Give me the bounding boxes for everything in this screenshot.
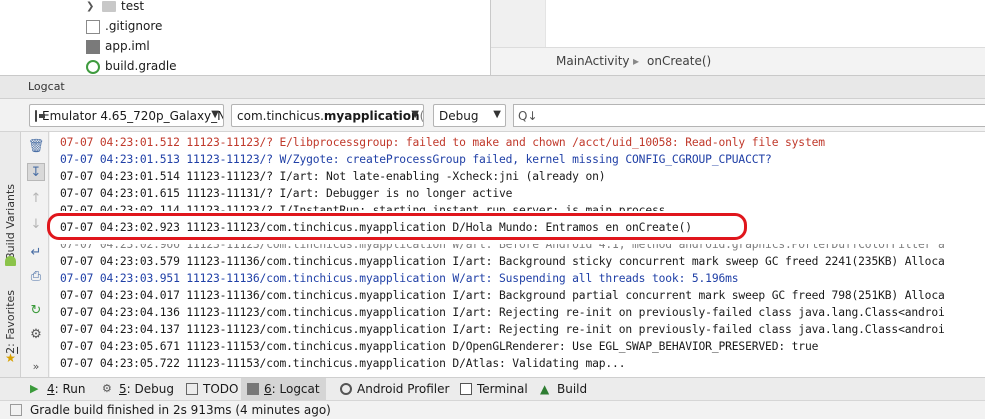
tab-todo[interactable]: TODO — [180, 378, 244, 400]
gradle-file-icon — [86, 59, 100, 74]
tree-item-label: .gitignore — [105, 19, 163, 33]
process-name: myapplication — [323, 108, 420, 123]
log-line[interactable]: 07-07 04:23:04.137 11123-11123/com.tinch… — [60, 321, 945, 338]
tree-item-gitignore[interactable]: .gitignore — [86, 17, 162, 36]
log-line[interactable]: 07-07 04:23:01.514 11123-11123/? I/art: … — [60, 168, 606, 185]
folder-icon — [102, 1, 116, 12]
tool-window-bar: ▶ 4: Run ⚙ 5: Debug TODO 6: Logcat Andro… — [0, 377, 985, 400]
breadcrumb-class[interactable]: MainActivity — [556, 54, 630, 68]
log-line[interactable]: 07-07 04:23:05.722 11123-11153/com.tinch… — [60, 355, 626, 372]
editor-gutter — [491, 0, 546, 47]
tab-profiler-label: Android Profiler — [357, 382, 450, 396]
logcat-icon — [247, 383, 259, 395]
highlight-annotation — [47, 213, 747, 240]
tab-todo-label: TODO — [203, 382, 239, 396]
tab-terminal[interactable]: Terminal — [454, 378, 534, 400]
log-line[interactable]: 07-07 04:23:01.513 11123-11123/? W/Zygot… — [60, 151, 772, 168]
tab-logcat[interactable]: 6: Logcat — [241, 378, 326, 400]
profiler-icon — [340, 383, 352, 395]
more-icon[interactable]: » — [27, 357, 45, 375]
logcat-action-strip: 🗑 ↧ ↑ ↓ ↵ ⎙ ↻ ⚙ » — [22, 132, 49, 377]
module-file-icon — [86, 39, 100, 54]
status-bar: Gradle build finished in 2s 913ms (4 min… — [0, 400, 985, 419]
chevron-right-icon[interactable]: ❯ — [86, 0, 96, 16]
log-line[interactable]: 07-07 04:23:03.579 11123-11136/com.tinch… — [60, 253, 945, 270]
device-select-value: Emulator 4.65_720p_Galaxy_N — [42, 108, 224, 123]
logcat-output[interactable]: 07-07 04:23:01.512 11123-11123/? E/libpr… — [50, 132, 985, 377]
process-select[interactable]: com.tinchicus.myapplication (1 ▼ — [231, 104, 424, 127]
tree-item-label: test — [121, 0, 145, 13]
favorites-tab[interactable]: 2: Favorites — [0, 287, 21, 357]
git-file-icon — [86, 19, 100, 34]
todo-icon — [186, 383, 198, 395]
breadcrumb-separator-icon: ▸ — [633, 54, 640, 68]
tab-build[interactable]: ▲ Build — [534, 378, 593, 400]
log-line[interactable]: 07-07 04:23:05.671 11123-11153/com.tinch… — [60, 338, 818, 355]
down-arrow-icon[interactable]: ↓ — [27, 215, 45, 233]
gear-icon[interactable]: ⚙ — [27, 325, 45, 343]
tab-run-number: 4 — [47, 382, 55, 396]
log-line[interactable]: 07-07 04:23:04.017 11123-11136/com.tinch… — [60, 287, 945, 304]
star-icon: ★ — [5, 351, 16, 365]
status-toggle-icon[interactable] — [10, 404, 22, 416]
breadcrumb-method[interactable]: onCreate() — [647, 54, 711, 68]
up-arrow-icon[interactable]: ↑ — [27, 189, 45, 207]
left-tool-strip: Build Variants 2: Favorites ★ — [0, 132, 21, 377]
search-input[interactable]: Q↓ — [513, 104, 985, 127]
tab-debug[interactable]: ⚙ 5: Debug — [96, 378, 180, 400]
log-line[interactable]: 07-07 04:23:01.615 11123-11131/? I/art: … — [60, 185, 512, 202]
tab-run-label: : Run — [54, 382, 86, 396]
device-select[interactable]: Emulator 4.65_720p_Galaxy_N ▼ — [29, 104, 224, 127]
print-icon[interactable]: ⎙ — [27, 267, 45, 285]
tree-item-label: app.iml — [105, 39, 150, 53]
log-level-select[interactable]: Debug ▼ — [433, 104, 506, 127]
scroll-to-end-icon[interactable]: ↧ — [27, 163, 45, 181]
terminal-icon — [460, 383, 472, 395]
log-line[interactable]: 07-07 04:23:01.512 11123-11123/? E/libpr… — [60, 134, 825, 151]
android-icon — [0, 254, 21, 268]
favorites-label: : Favorites — [4, 290, 17, 347]
logcat-toolbar: Emulator 4.65_720p_Galaxy_N ▼ com.tinchi… — [0, 99, 985, 132]
tree-item-build-gradle[interactable]: build.gradle — [86, 57, 177, 76]
build-icon: ▲ — [540, 382, 550, 396]
logcat-panel-title: Logcat — [0, 75, 985, 99]
project-tree: ❯ test .gitignore app.iml build.gradle — [0, 0, 490, 75]
tab-debug-label: : Debug — [126, 382, 174, 396]
tree-item-test[interactable]: ❯ test — [86, 0, 144, 16]
tab-logcat-number: 6 — [264, 382, 272, 396]
tab-terminal-label: Terminal — [477, 382, 528, 396]
tree-item-label: build.gradle — [105, 59, 177, 73]
log-level-value: Debug — [439, 108, 479, 123]
status-message[interactable]: Gradle build finished in 2s 913ms (4 min… — [30, 403, 331, 417]
chevron-down-icon: ▼ — [211, 109, 219, 120]
tab-run[interactable]: ▶ 4: Run — [24, 378, 92, 400]
trash-icon[interactable]: 🗑 — [27, 137, 45, 155]
run-icon: ▶ — [30, 382, 39, 395]
log-line[interactable]: 07-07 04:23:04.136 11123-11123/com.tinch… — [60, 304, 945, 321]
chevron-down-icon: ▼ — [493, 109, 501, 120]
tab-debug-number: 5 — [119, 382, 127, 396]
process-pid: (1 — [419, 108, 424, 123]
tab-android-profiler[interactable]: Android Profiler — [334, 378, 455, 400]
tree-item-app-iml[interactable]: app.iml — [86, 37, 150, 56]
tab-logcat-label: : Logcat — [271, 382, 320, 396]
log-line[interactable]: 07-07 04:23:03.951 11123-11136/com.tinch… — [60, 270, 739, 287]
chevron-down-icon: ▼ — [411, 109, 419, 120]
soft-wrap-icon[interactable]: ↵ — [27, 243, 45, 261]
search-icon: Q↓ — [518, 108, 538, 123]
build-variants-label: Build Variants — [4, 184, 17, 260]
restart-icon[interactable]: ↻ — [27, 301, 45, 319]
logcat-title: Logcat — [28, 80, 65, 93]
device-icon — [35, 109, 45, 122]
bug-icon: ⚙ — [102, 382, 112, 395]
process-prefix: com.tinchicus. — [237, 108, 324, 123]
top-area: ❯ test .gitignore app.iml build.gradle M… — [0, 0, 985, 75]
tab-build-label: Build — [557, 382, 588, 396]
